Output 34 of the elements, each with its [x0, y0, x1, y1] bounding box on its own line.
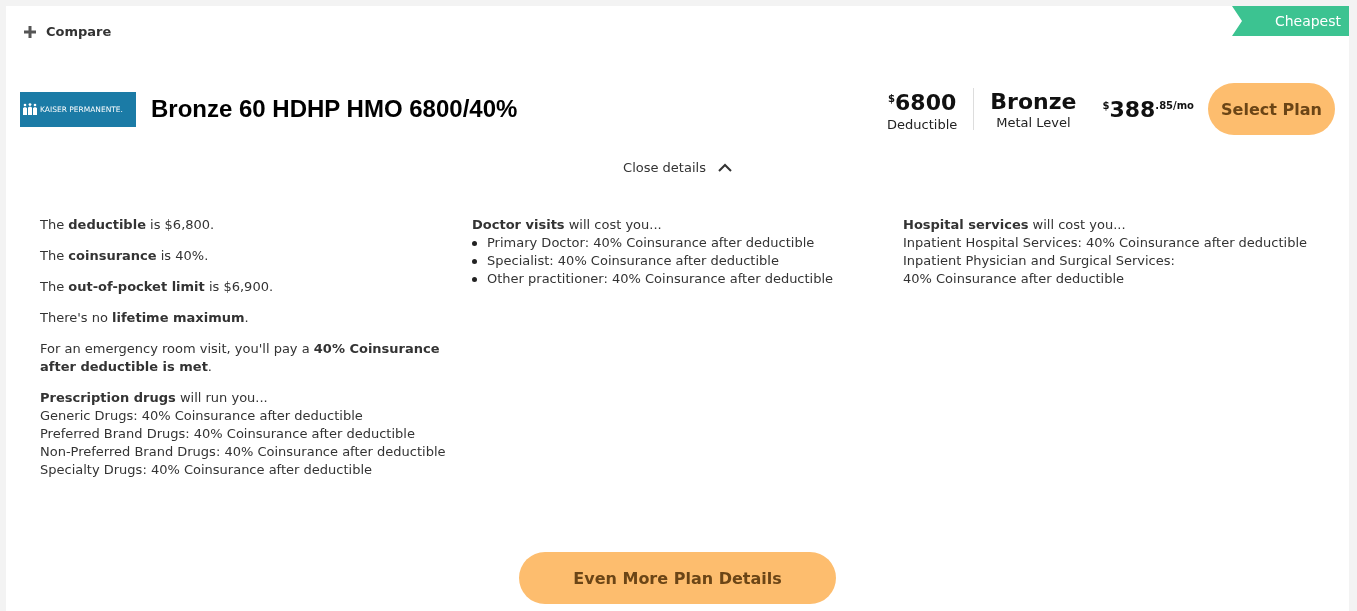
coverage-line: Inpatient Hospital Services: 40% Coinsurance after deductible [903, 234, 1309, 252]
summary-text: The deductible is $6,800. [40, 216, 216, 234]
deductible-amount: $^{$}$6800 [888, 89, 957, 117]
bullet-icon [472, 276, 477, 282]
coverage-line: Generic Drugs: 40% Coinsurance after deductible [40, 407, 364, 425]
coverage-item: Primary Doctor: 40% Coinsurance after deductible [487, 234, 815, 252]
coverage-line: Inpatient Physician and Surgical Services: [903, 252, 1176, 270]
deductible-label: Deductible [887, 116, 958, 132]
metal-level-label: Metal Level [996, 114, 1071, 130]
metal-level: Bronze [990, 88, 1077, 115]
coverage-line: 40% Coinsurance after deductible [903, 270, 1126, 288]
section-heading: Hospital services will cost you... [903, 216, 1127, 234]
coverage-line: Preferred Brand Drugs: 40% Coinsurance after deductible [40, 425, 416, 443]
monthly-premium: $^{$}$388$^{.85/mo}$ [1102, 96, 1194, 122]
close-details-button[interactable]: Close details [617, 159, 738, 176]
cheapest-badge: Cheapest [1232, 6, 1349, 36]
more-plan-details-button[interactable]: Even More Plan Details [519, 552, 836, 604]
bullet-icon [472, 258, 477, 264]
summary-text: The coinsurance is 40%. [40, 247, 210, 265]
summary-text: There's no lifetime maximum. [40, 309, 250, 327]
plus-icon [24, 25, 36, 38]
plan-name: Bronze 60 HDHP HMO 6800/40% [151, 95, 519, 123]
coverage-item: Specialist: 40% Coinsurance after deductible [487, 252, 779, 270]
coverage-item: Other practitioner: 40% Coinsurance after deductible [487, 270, 834, 288]
bullet-icon [472, 240, 477, 246]
summary-text: For an emergency room visit, you'll pay a 40% Coinsurance after deductible is met. [40, 340, 440, 376]
section-heading: Doctor visits will cost you... [472, 216, 663, 234]
coverage-line: Specialty Drugs: 40% Coinsurance after deductible [40, 461, 373, 479]
select-plan-button[interactable]: Select Plan [1208, 83, 1335, 135]
section-heading: Prescription drugs will run you... [40, 389, 269, 407]
chevron-up-icon [717, 163, 732, 172]
compare-button[interactable]: Compare [20, 24, 116, 39]
coverage-line: Non-Preferred Brand Drugs: 40% Coinsurance after deductible [40, 443, 447, 461]
summary-text: The out-of-pocket limit is $6,900. [40, 278, 275, 296]
